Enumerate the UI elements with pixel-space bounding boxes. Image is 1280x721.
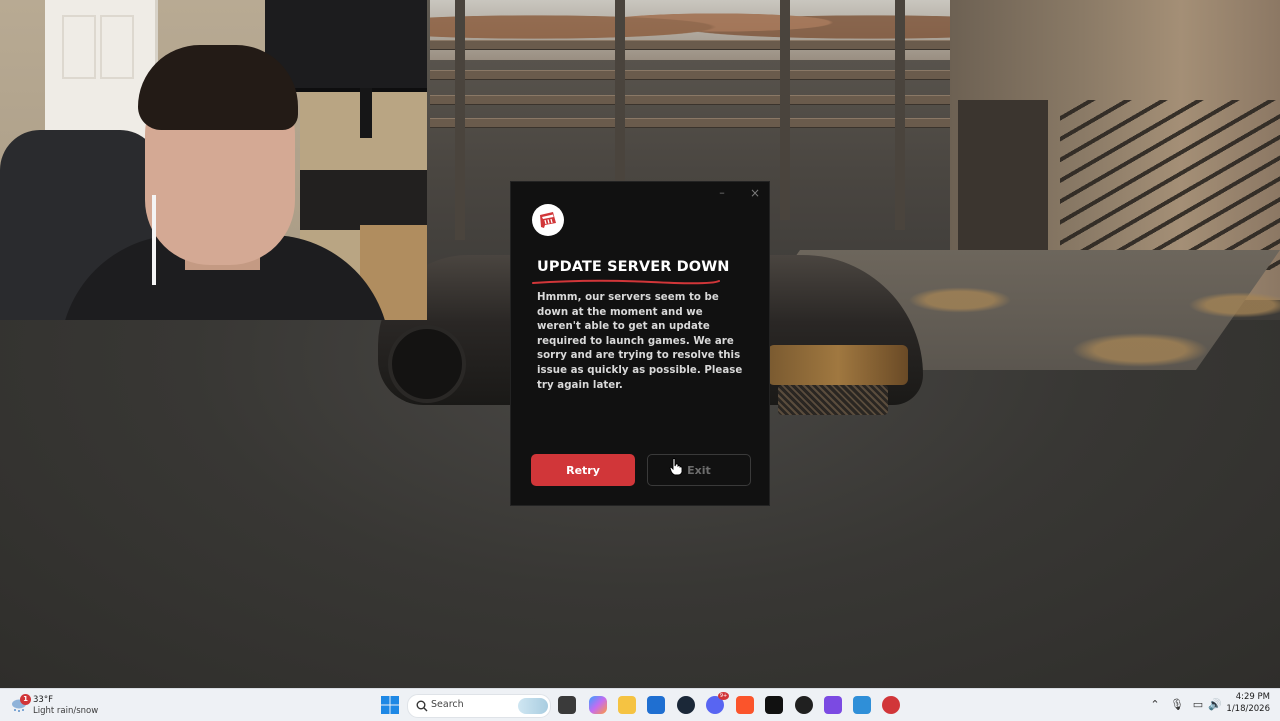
- weather-temperature: 33°F: [33, 695, 53, 705]
- car-grille: [778, 385, 888, 415]
- riot-fist-icon: [532, 204, 564, 236]
- hand-cursor-icon: [669, 458, 683, 476]
- webcam-door-panel: [100, 15, 134, 79]
- discord-icon[interactable]: 9+: [706, 692, 729, 714]
- wallpaper-pipe: [430, 40, 950, 50]
- chevron-up-icon[interactable]: ⌃: [1148, 698, 1162, 712]
- minimize-button[interactable]: –: [715, 186, 729, 200]
- webcam-tv-stand: [360, 88, 372, 138]
- wallpaper-trees: [430, 0, 950, 45]
- clock-date: 1/18/2026: [1226, 704, 1270, 714]
- volume-icon[interactable]: 🔊: [1208, 698, 1222, 712]
- chatgpt-icon[interactable]: [795, 696, 813, 714]
- riot-client-icon[interactable]: [882, 696, 900, 714]
- search-icon: [416, 700, 428, 712]
- taskbar-search[interactable]: Search: [407, 694, 551, 718]
- copilot-icon[interactable]: [589, 696, 607, 714]
- epic-games-icon[interactable]: [765, 696, 783, 714]
- title-underline: [532, 279, 720, 285]
- exit-button[interactable]: Exit: [647, 454, 751, 486]
- wallpaper-pillar: [780, 0, 790, 220]
- webcam-person-hair: [138, 45, 298, 130]
- taskbar: 1 33°F Light rain/snow Search 9+ ⌃ 🎙 ▭ 🔊…: [0, 688, 1280, 721]
- webcam-door-panel: [62, 15, 96, 79]
- wallpaper-pillar: [895, 0, 905, 230]
- webcam-shelf: [300, 170, 427, 230]
- close-button[interactable]: ×: [748, 186, 762, 200]
- retry-button[interactable]: Retry: [531, 454, 635, 486]
- wallpaper-pillar: [455, 0, 465, 240]
- riot-fist-glyph: [540, 212, 556, 228]
- wallpaper-doorway: [958, 100, 1048, 270]
- file-explorer-icon[interactable]: [618, 696, 636, 714]
- brave-icon[interactable]: [736, 696, 754, 714]
- file-manager-icon[interactable]: [558, 696, 576, 714]
- wallpaper-stairs: [1060, 100, 1280, 270]
- system-clock[interactable]: 4:29 PM 1/18/2026: [1226, 692, 1270, 715]
- display-icon[interactable]: ▭: [1191, 698, 1205, 712]
- wallpaper-pipe: [430, 95, 950, 105]
- search-placeholder: Search: [431, 699, 464, 710]
- start-icon[interactable]: [381, 696, 399, 714]
- visual-studio-icon[interactable]: [824, 696, 842, 714]
- weather-alert-badge: 1: [20, 694, 31, 705]
- webcam-overlay: [0, 0, 427, 320]
- update-error-dialog: – × UPDATE SERVER DOWN Hmmm, our servers…: [510, 181, 770, 506]
- wallpaper-pillar: [615, 0, 625, 200]
- wallpaper-pipe: [430, 118, 950, 128]
- webcam-earbud: [152, 195, 156, 285]
- photos-icon[interactable]: [853, 696, 871, 714]
- microphone-icon[interactable]: 🎙: [1170, 698, 1184, 712]
- clock-time: 4:29 PM: [1235, 692, 1270, 702]
- wallpaper-grass: [1060, 330, 1220, 370]
- wallpaper-pipe: [430, 70, 950, 80]
- dialog-message: Hmmm, our servers seem to be down at the…: [537, 292, 743, 391]
- discord-badge: 9+: [718, 692, 729, 700]
- store-icon[interactable]: [647, 696, 665, 714]
- car-wheel: [388, 325, 466, 403]
- car-trim: [768, 345, 908, 385]
- dialog-title: UPDATE SERVER DOWN: [537, 259, 730, 275]
- weather-condition: Light rain/snow: [33, 706, 99, 716]
- search-highlight-art: [518, 698, 548, 714]
- steam-icon[interactable]: [677, 696, 695, 714]
